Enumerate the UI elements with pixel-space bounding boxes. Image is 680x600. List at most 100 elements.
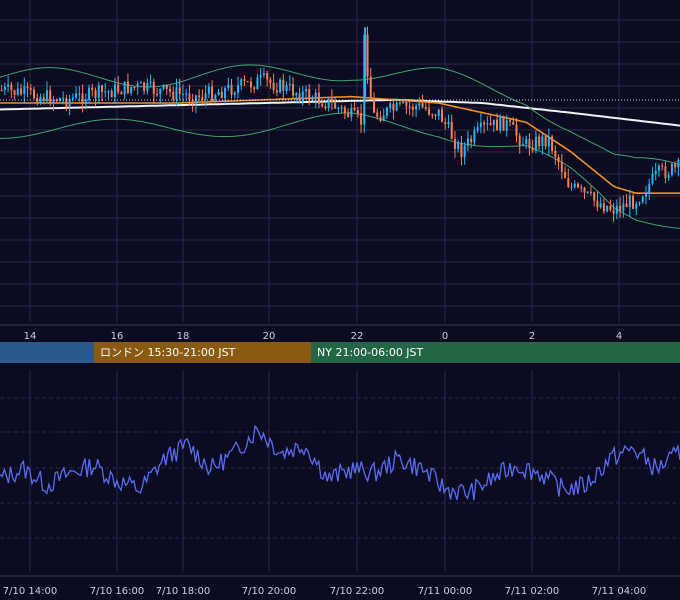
candle-body	[473, 130, 476, 143]
candle-body	[178, 87, 181, 94]
candle-body	[133, 86, 136, 88]
candle-body	[23, 86, 26, 95]
candle-body	[369, 76, 372, 99]
candle-body	[201, 97, 204, 100]
candle-body	[619, 205, 622, 211]
candle-body	[661, 165, 664, 167]
candle-body	[586, 191, 589, 193]
candle-body	[337, 107, 340, 109]
candle-body	[288, 84, 291, 86]
price-x-axis: 14 16 18 20 22 0 2 4	[24, 331, 623, 342]
candle-body	[230, 84, 233, 95]
candle-body	[596, 200, 599, 208]
candle-body	[240, 79, 243, 86]
candle-body	[253, 87, 256, 90]
candle-body	[602, 203, 605, 212]
candle-body	[638, 202, 641, 205]
candle-body	[29, 88, 32, 90]
x-tick-label: 4	[616, 331, 622, 342]
ema-line	[0, 95, 680, 194]
candle-body	[628, 195, 631, 208]
candle-body	[641, 196, 644, 203]
candle-body	[10, 84, 13, 91]
candle-body	[120, 92, 123, 95]
candle-body	[224, 88, 227, 99]
time-tick-label: 7/10 14:00	[3, 586, 57, 597]
time-x-axis: 7/10 14:00 7/10 16:00 7/10 18:00 7/10 20:00…	[3, 586, 646, 597]
candle-body	[162, 84, 165, 89]
candle-body	[450, 122, 453, 139]
candle-body	[233, 92, 236, 95]
candle-body	[308, 89, 311, 101]
bollinger-upper	[0, 64, 680, 166]
candle-body	[279, 79, 282, 93]
candle-body	[45, 90, 48, 101]
candle-body	[670, 163, 673, 176]
candle-body	[110, 90, 113, 98]
candle-body	[667, 175, 670, 179]
session-ny: NY 21:00-06:00 JST	[311, 342, 680, 363]
candlestick-series	[0, 26, 680, 223]
candle-body	[648, 183, 651, 194]
candle-body	[356, 110, 359, 114]
candle-body	[564, 172, 567, 179]
candle-body	[589, 191, 592, 193]
candle-body	[483, 122, 486, 125]
candle-body	[434, 114, 437, 116]
candle-body	[457, 142, 460, 149]
candle-body	[256, 77, 259, 90]
candle-body	[217, 91, 220, 96]
candle-body	[172, 91, 175, 100]
candle-body	[282, 79, 285, 91]
candle-body	[0, 90, 3, 92]
candle-body	[75, 93, 78, 98]
x-tick-label: 0	[442, 331, 448, 342]
candle-body	[518, 135, 521, 146]
candle-body	[421, 103, 424, 108]
candle-body	[181, 93, 184, 95]
candle-body	[350, 108, 353, 117]
candle-body	[541, 136, 544, 146]
candle-body	[149, 81, 152, 83]
candle-body	[509, 120, 511, 122]
candle-body	[573, 183, 576, 187]
candle-body	[301, 91, 304, 101]
candle-body	[534, 136, 537, 151]
candle-body	[424, 107, 427, 109]
candle-body	[185, 93, 188, 95]
candle-body	[334, 102, 337, 109]
time-tick-label: 7/10 16:00	[90, 586, 144, 597]
candle-body	[259, 75, 262, 78]
candle-body	[159, 88, 162, 95]
candle-body	[3, 86, 6, 91]
chart-canvas: 14 16 18 20 22 0 2 4 7/10 14:00 7/10 16:00 7/10 1…	[0, 0, 680, 597]
candle-body	[285, 84, 288, 91]
candle-body	[505, 120, 508, 131]
candle-body	[101, 85, 103, 92]
candle-body	[525, 138, 528, 144]
candle-body	[272, 82, 275, 91]
x-tick-label: 14	[24, 331, 37, 342]
candle-body	[314, 92, 317, 100]
candle-body	[577, 183, 579, 188]
candle-body	[470, 138, 473, 143]
candle-body	[237, 85, 239, 93]
candle-body	[175, 87, 178, 100]
candle-body	[275, 90, 278, 93]
candle-body	[169, 88, 171, 92]
candle-body	[615, 205, 618, 214]
candle-body	[476, 127, 479, 131]
candle-body	[204, 93, 207, 100]
candle-body	[123, 81, 126, 95]
candle-body	[389, 103, 392, 108]
candle-body	[447, 122, 450, 125]
candle-body	[651, 173, 654, 184]
candle-body	[486, 123, 489, 125]
candle-body	[49, 90, 52, 104]
candle-body	[152, 81, 155, 95]
candle-body	[502, 115, 505, 131]
candle-body	[408, 106, 411, 108]
x-tick-label: 2	[529, 331, 535, 342]
x-tick-label: 22	[351, 331, 364, 342]
candle-body	[593, 192, 596, 201]
